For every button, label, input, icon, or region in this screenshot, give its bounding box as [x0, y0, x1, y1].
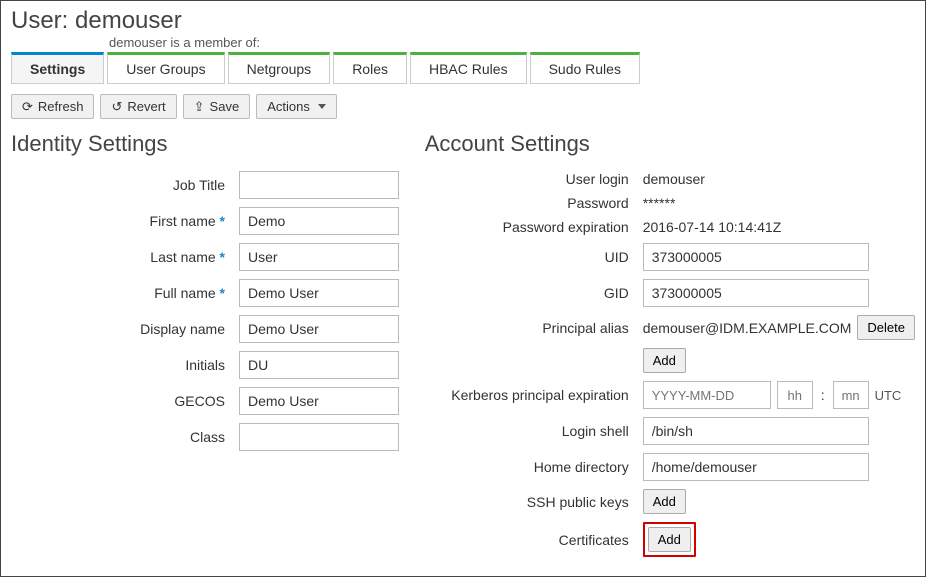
label-first-name: First name *	[11, 213, 239, 229]
label-home-dir: Home directory	[425, 459, 643, 475]
add-ssh-key-button[interactable]: Add	[643, 489, 686, 514]
input-full-name[interactable]	[239, 279, 399, 307]
label-last-name: Last name *	[11, 249, 239, 265]
value-password: ******	[643, 195, 676, 211]
input-gid[interactable]	[643, 279, 869, 307]
upload-icon: ⇪	[194, 100, 205, 113]
input-display-name[interactable]	[239, 315, 399, 343]
refresh-button[interactable]: ⟳ Refresh	[11, 94, 94, 119]
chevron-down-icon	[318, 104, 326, 109]
toolbar: ⟳ Refresh ↺ Revert ⇪ Save Actions	[11, 94, 915, 119]
label-initials: Initials	[11, 357, 239, 373]
time-colon: :	[819, 387, 827, 403]
input-krb-hh[interactable]	[777, 381, 813, 409]
input-krb-date[interactable]	[643, 381, 771, 409]
input-home-dir[interactable]	[643, 453, 869, 481]
input-job-title[interactable]	[239, 171, 399, 199]
revert-icon: ↺	[111, 100, 122, 113]
tab-sudo-rules[interactable]: Sudo Rules	[530, 52, 640, 84]
delete-alias-button[interactable]: Delete	[857, 315, 915, 340]
add-certificate-button[interactable]: Add	[648, 527, 691, 552]
member-of-label: demouser is a member of:	[109, 35, 915, 50]
tab-settings[interactable]: Settings	[11, 52, 104, 84]
save-button[interactable]: ⇪ Save	[183, 94, 251, 119]
input-class[interactable]	[239, 423, 399, 451]
add-alias-button[interactable]: Add	[643, 348, 686, 373]
label-kerberos-exp: Kerberos principal expiration	[425, 387, 643, 403]
input-login-shell[interactable]	[643, 417, 869, 445]
label-display-name: Display name	[11, 321, 239, 337]
input-krb-mn[interactable]	[833, 381, 869, 409]
label-user-login: User login	[425, 171, 643, 187]
value-principal-alias: demouser@IDM.EXAMPLE.COM	[643, 320, 852, 336]
required-marker: *	[220, 249, 225, 265]
refresh-icon: ⟳	[22, 100, 33, 113]
label-password: Password	[425, 195, 643, 211]
label-password-expiration: Password expiration	[425, 219, 643, 235]
save-label: Save	[210, 100, 240, 113]
input-first-name[interactable]	[239, 207, 399, 235]
actions-button[interactable]: Actions	[256, 94, 337, 119]
certificates-add-highlight: Add	[643, 522, 696, 557]
label-principal-alias: Principal alias	[425, 320, 643, 336]
required-marker: *	[220, 285, 225, 301]
utc-label: UTC	[875, 388, 902, 403]
input-gecos[interactable]	[239, 387, 399, 415]
label-full-name: Full name *	[11, 285, 239, 301]
value-password-expiration: 2016-07-14 10:14:41Z	[643, 219, 782, 235]
input-last-name[interactable]	[239, 243, 399, 271]
title-username: demouser	[75, 7, 182, 34]
actions-label: Actions	[267, 100, 310, 113]
label-class: Class	[11, 429, 239, 445]
identity-settings-section: Identity Settings Job Title First name *…	[11, 131, 415, 565]
tab-bar: Settings User Groups Netgroups Roles HBA…	[11, 52, 915, 84]
account-settings-section: Account Settings User login demouser Pas…	[425, 131, 915, 565]
required-marker: *	[220, 213, 225, 229]
label-certificates: Certificates	[425, 532, 643, 548]
tab-netgroups[interactable]: Netgroups	[228, 52, 331, 84]
input-uid[interactable]	[643, 243, 869, 271]
revert-label: Revert	[127, 100, 165, 113]
refresh-label: Refresh	[38, 100, 84, 113]
account-section-title: Account Settings	[425, 131, 915, 157]
label-ssh-keys: SSH public keys	[425, 494, 643, 510]
tab-hbac-rules[interactable]: HBAC Rules	[410, 52, 527, 84]
label-gid: GID	[425, 285, 643, 301]
value-user-login: demouser	[643, 171, 705, 187]
input-initials[interactable]	[239, 351, 399, 379]
identity-section-title: Identity Settings	[11, 131, 415, 157]
tab-user-groups[interactable]: User Groups	[107, 52, 224, 84]
label-gecos: GECOS	[11, 393, 239, 409]
label-job-title: Job Title	[11, 177, 239, 193]
title-prefix: User:	[11, 7, 75, 34]
tab-roles[interactable]: Roles	[333, 52, 407, 84]
label-login-shell: Login shell	[425, 423, 643, 439]
page-title: User: demouser	[11, 7, 915, 35]
label-uid: UID	[425, 249, 643, 265]
revert-button[interactable]: ↺ Revert	[100, 94, 176, 119]
